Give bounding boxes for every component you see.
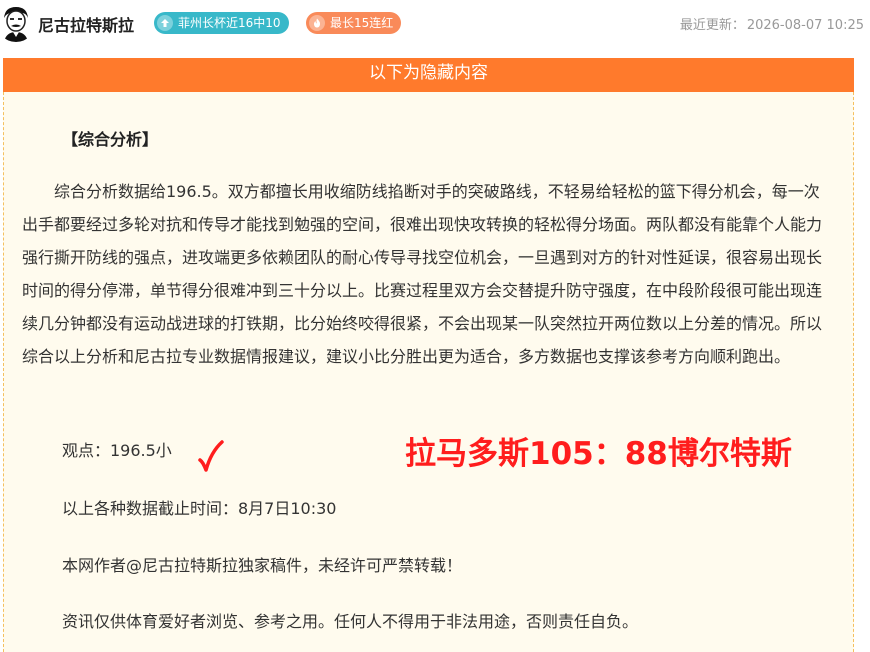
viewpoint-text: 观点：196.5小 xyxy=(62,441,172,460)
data-cutoff-text: 以上各种数据截止时间：8月7日10:30 xyxy=(62,499,337,518)
copyright-notice: 本网作者@尼古拉特斯拉独家稿件，未经许可严禁转载！ xyxy=(62,556,463,575)
hidden-content-banner: 以下为隐藏内容 xyxy=(3,58,854,92)
article-header: 尼古拉特斯拉 菲州长杯近16中10 最长15连红 最近更新： 2026-08-07… xyxy=(0,0,870,50)
final-score: 拉马多斯105：88博尔特斯 xyxy=(405,436,792,472)
last-updated-time: 2026-08-07 10:25 xyxy=(746,18,864,33)
author-avatar[interactable] xyxy=(0,2,36,42)
last-updated: 最近更新： 2026-08-07 10:25 xyxy=(680,14,864,33)
tesla-portrait-avatar-icon xyxy=(0,2,36,42)
author-name[interactable]: 尼古拉特斯拉 xyxy=(38,12,134,36)
analysis-paragraph: 综合分析数据给196.5。双方都擅长用收缩防线掐断对手的突破路线，不轻易给轻松的… xyxy=(22,182,823,366)
section-title: 【综合分析】 xyxy=(62,130,159,149)
disclaimer-text: 资讯仅供体育爱好者浏览、参考之用。任何人不得用于非法用途，否则责任自负。 xyxy=(62,612,639,631)
hot-streak-badge-label: 最长15连红 xyxy=(330,16,394,30)
streak-badge-label: 菲州长杯近16中10 xyxy=(178,16,281,30)
last-updated-label: 最近更新： xyxy=(679,18,745,33)
streak-badge: 菲州长杯近16中10 xyxy=(154,12,289,34)
up-arrow-icon xyxy=(157,15,173,31)
hot-streak-badge: 最长15连红 xyxy=(306,12,402,34)
check-mark-icon xyxy=(198,440,224,472)
flame-icon xyxy=(309,15,325,31)
